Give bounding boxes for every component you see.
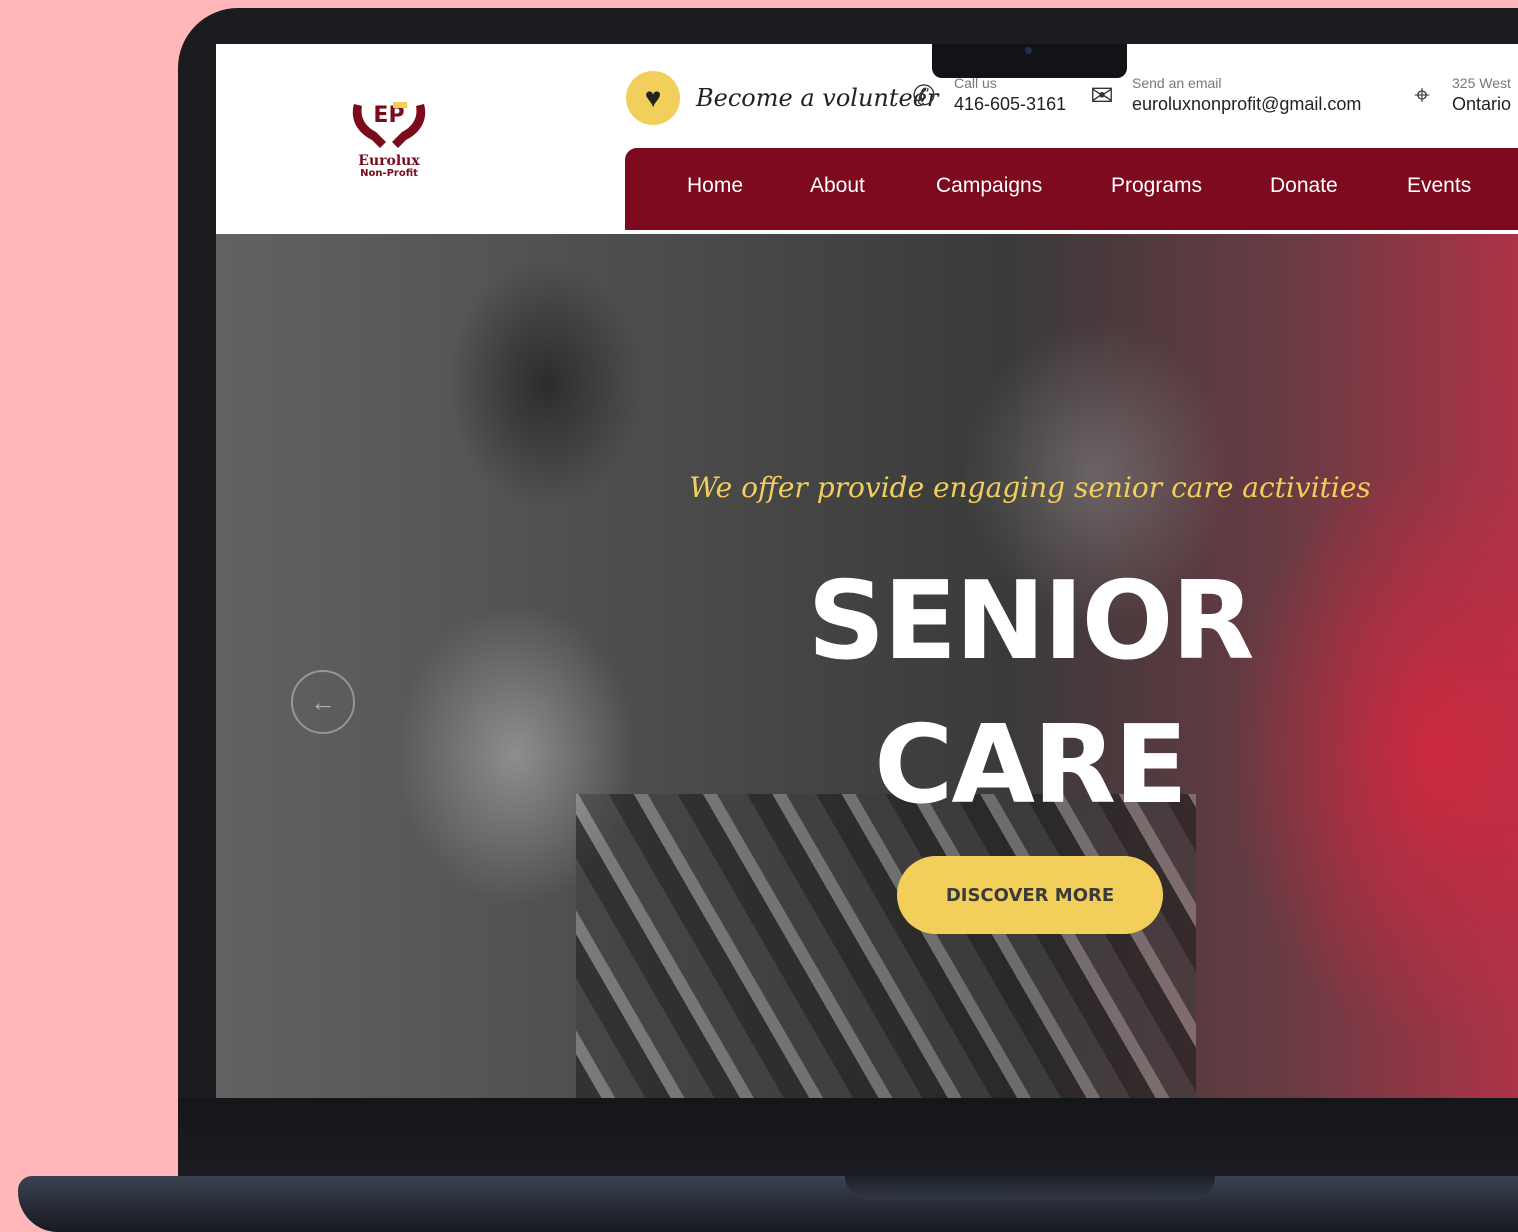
email-contact[interactable]: ✉ Send an email euroluxnonprofit@gmail.c… xyxy=(1084,74,1361,116)
become-volunteer-link[interactable]: ♥ Become a volunteer xyxy=(626,68,938,128)
laptop-chin xyxy=(178,1098,1518,1178)
brand-subtitle: Non-Profit xyxy=(360,168,418,179)
nav-about[interactable]: About xyxy=(810,174,865,198)
camera-icon xyxy=(1025,47,1032,54)
hero-tagline: We offer provide engaging senior care ac… xyxy=(689,471,1371,504)
nav-home[interactable]: Home xyxy=(687,174,743,198)
call-us-contact[interactable]: ✆ Call us 416-605-3161 xyxy=(906,74,1066,116)
heart-icon: ♥ xyxy=(626,71,680,125)
email-address: euroluxnonprofit@gmail.com xyxy=(1132,94,1362,114)
laptop-base-notch xyxy=(845,1176,1215,1200)
phone-number: 416-605-3161 xyxy=(954,94,1067,114)
nav-donate[interactable]: Donate xyxy=(1270,174,1338,198)
discover-more-button[interactable]: DISCOVER MORE xyxy=(897,856,1163,934)
nav-programs[interactable]: Programs xyxy=(1111,174,1202,198)
volunteer-label: Become a volunteer xyxy=(696,84,939,112)
camera-notch xyxy=(932,44,1127,78)
brand-name: Eurolux xyxy=(358,153,420,169)
hero-title: SENIOR CARE xyxy=(216,550,1518,838)
hero-banner: ← We offer provide engaging senior care … xyxy=(216,234,1518,1098)
map-pin-icon: ⌖ xyxy=(1414,78,1430,110)
phone-icon: ✆ xyxy=(912,79,936,111)
nav-events[interactable]: Events xyxy=(1407,174,1471,198)
hero-photo-texture xyxy=(576,794,1196,1098)
hands-logo-icon: EP xyxy=(352,102,426,148)
brand-logo[interactable]: EP Eurolux Non-Profit xyxy=(346,92,432,184)
address-line-1: 325 West xyxy=(1452,75,1511,91)
address-line-2: Ontario xyxy=(1452,94,1512,114)
envelope-icon: ✉ xyxy=(1090,79,1114,111)
email-label: Send an email xyxy=(1132,75,1222,91)
main-navigation: Home About Campaigns Programs Donate Eve… xyxy=(625,148,1518,230)
laptop-base xyxy=(18,1176,1518,1232)
hero-title-text: SENIOR CARE xyxy=(807,559,1254,828)
nav-campaigns[interactable]: Campaigns xyxy=(936,174,1042,198)
address-contact[interactable]: ⌖ 325 West Ontario xyxy=(1404,74,1511,116)
laptop-screen: EP Eurolux Non-Profit ♥ Become a volunte… xyxy=(216,44,1518,1098)
